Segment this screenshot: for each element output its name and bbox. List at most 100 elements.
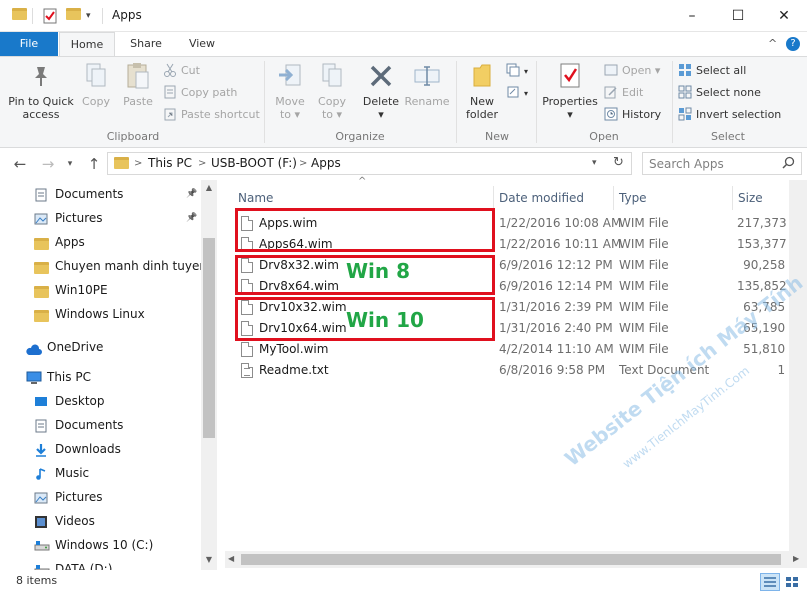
forward-arrow-icon[interactable]: → bbox=[38, 154, 58, 174]
highlight-box-apps bbox=[235, 208, 495, 252]
close-button[interactable]: ✕ bbox=[761, 0, 807, 31]
breadcrumb-separator: > bbox=[198, 158, 207, 169]
scroll-right-icon[interactable]: ▶ bbox=[793, 554, 799, 563]
copy-path-button[interactable]: Copy path bbox=[163, 83, 237, 103]
nav-item-label: Documents bbox=[55, 187, 124, 201]
open-button[interactable]: Open ▾ bbox=[604, 61, 660, 81]
annotation-win10: Win 10 bbox=[346, 308, 424, 332]
file-type: WIM File bbox=[619, 216, 669, 230]
maximize-button[interactable]: ☐ bbox=[715, 0, 761, 31]
paste-shortcut-button[interactable]: Paste shortcut bbox=[163, 105, 260, 125]
new-item-button[interactable]: ▾ bbox=[506, 61, 528, 81]
new-folder-icon[interactable] bbox=[66, 8, 82, 24]
up-arrow-icon[interactable]: ↑ bbox=[84, 154, 104, 174]
move-to-button[interactable]: Move to ▾ bbox=[270, 61, 310, 121]
history-button[interactable]: History bbox=[604, 105, 661, 125]
breadcrumb-apps[interactable]: Apps bbox=[311, 156, 341, 170]
scroll-left-icon[interactable]: ◀ bbox=[228, 554, 234, 563]
horizontal-scrollbar[interactable]: ◀ ▶ bbox=[225, 551, 807, 568]
nav-item-this-pc-child[interactable]: Windows 10 (C:) bbox=[0, 534, 200, 556]
large-icons-view-button[interactable] bbox=[782, 573, 802, 591]
nav-pane-scrollbar[interactable]: ▲ ▼ bbox=[201, 180, 217, 570]
search-input[interactable] bbox=[649, 154, 779, 174]
nav-item-this-pc-child[interactable]: Desktop bbox=[0, 390, 200, 412]
file-type: WIM File bbox=[619, 300, 669, 314]
pin-icon[interactable]: 📌 bbox=[186, 207, 197, 229]
new-folder-label: New folder bbox=[466, 95, 498, 121]
nav-item-label: Pictures bbox=[55, 490, 103, 504]
scrollbar-thumb[interactable] bbox=[241, 554, 781, 565]
tab-home[interactable]: Home bbox=[59, 32, 115, 57]
scroll-up-icon[interactable]: ▲ bbox=[201, 180, 217, 196]
edit-button[interactable]: Edit bbox=[604, 83, 643, 103]
column-header-name[interactable]: Name bbox=[238, 186, 273, 210]
address-dropdown-icon[interactable]: ▾ bbox=[592, 158, 597, 168]
nav-item-quick-access[interactable]: Pictures 📌 bbox=[0, 207, 200, 229]
file-list-scrollbar[interactable] bbox=[789, 180, 807, 551]
pin-to-quick-access-button[interactable]: Pin to Quick access bbox=[6, 61, 76, 121]
column-header-type[interactable]: Type bbox=[619, 186, 647, 210]
drive-icon bbox=[34, 538, 50, 552]
scroll-down-icon[interactable]: ▼ bbox=[201, 552, 217, 568]
recent-locations-chevron-icon[interactable]: ▾ bbox=[60, 154, 80, 174]
tab-view[interactable]: View bbox=[176, 32, 228, 57]
copy-to-button[interactable]: Copy to ▾ bbox=[312, 61, 352, 121]
open-icon bbox=[604, 63, 618, 77]
paste-button[interactable]: Paste bbox=[118, 61, 158, 108]
document-icon bbox=[34, 418, 48, 433]
search-box[interactable] bbox=[642, 152, 802, 175]
copy-button[interactable]: Copy bbox=[78, 61, 114, 108]
nav-item-this-pc-child[interactable]: Downloads bbox=[0, 438, 200, 460]
divider bbox=[493, 186, 494, 210]
delete-button[interactable]: Delete ▾ bbox=[360, 61, 402, 121]
invert-selection-button[interactable]: Invert selection bbox=[678, 105, 781, 125]
nav-item-this-pc-child[interactable]: Music bbox=[0, 462, 200, 484]
nav-item-quick-access[interactable]: Chuyen manh dinh tuyen bbox=[0, 255, 207, 277]
collapse-ribbon-icon[interactable]: ^ bbox=[768, 37, 777, 50]
file-date: 4/2/2014 11:10 AM bbox=[499, 342, 614, 356]
easy-access-icon bbox=[506, 85, 520, 99]
back-arrow-icon[interactable]: ← bbox=[10, 154, 30, 174]
nav-item-quick-access[interactable]: Documents 📌 bbox=[0, 183, 200, 205]
select-none-button[interactable]: Select none bbox=[678, 83, 761, 103]
address-bar[interactable]: > This PC > USB-BOOT (F:) > Apps ▾ ↻ bbox=[107, 152, 632, 175]
new-folder-button[interactable]: New folder bbox=[460, 61, 504, 121]
properties-button[interactable]: Properties ▾ bbox=[540, 61, 600, 121]
breadcrumb-this-pc[interactable]: This PC bbox=[148, 156, 192, 170]
breadcrumb-separator: > bbox=[134, 158, 143, 169]
scrollbar-thumb[interactable] bbox=[203, 238, 215, 438]
cut-button[interactable]: Cut bbox=[163, 61, 200, 81]
music-icon bbox=[34, 466, 48, 480]
nav-item-onedrive[interactable]: OneDrive bbox=[0, 336, 200, 358]
column-header-date[interactable]: Date modified bbox=[499, 186, 584, 210]
help-icon[interactable]: ? bbox=[786, 37, 800, 51]
refresh-icon[interactable]: ↻ bbox=[613, 155, 624, 170]
pin-icon[interactable]: 📌 bbox=[186, 183, 197, 205]
nav-item-quick-access[interactable]: Windows Linux bbox=[0, 303, 200, 325]
tab-share[interactable]: Share bbox=[118, 32, 174, 57]
new-item-icon bbox=[506, 63, 520, 77]
breadcrumb-drive[interactable]: USB-BOOT (F:) bbox=[211, 156, 297, 170]
file-type: WIM File bbox=[619, 342, 669, 356]
minimize-button[interactable]: – bbox=[669, 0, 715, 31]
nav-item-this-pc-child[interactable]: Pictures bbox=[0, 486, 200, 508]
select-all-button[interactable]: Select all bbox=[678, 61, 746, 81]
customize-quick-access-icon[interactable]: ▾ bbox=[86, 11, 102, 27]
file-type: WIM File bbox=[619, 258, 669, 272]
file-date: 6/9/2016 12:12 PM bbox=[499, 258, 613, 272]
nav-item-this-pc-child[interactable]: Documents bbox=[0, 414, 200, 436]
file-date: 6/8/2016 9:58 PM bbox=[499, 363, 606, 377]
annotation-win8: Win 8 bbox=[346, 259, 411, 283]
rename-button[interactable]: Rename bbox=[404, 61, 450, 108]
nav-item-this-pc[interactable]: This PC bbox=[0, 366, 200, 388]
table-row[interactable]: Readme.txt 6/8/2016 9:58 PM Text Document 1… bbox=[225, 360, 807, 381]
properties-check-icon[interactable] bbox=[42, 8, 58, 24]
nav-item-quick-access[interactable]: Win10PE bbox=[0, 279, 200, 301]
nav-item-quick-access[interactable]: Apps bbox=[0, 231, 200, 253]
nav-item-this-pc-child[interactable]: Videos bbox=[0, 510, 200, 532]
search-icon[interactable] bbox=[782, 156, 795, 172]
easy-access-button[interactable]: ▾ bbox=[506, 83, 528, 103]
tab-file[interactable]: File bbox=[0, 32, 58, 57]
details-view-button[interactable] bbox=[760, 573, 780, 591]
column-header-size[interactable]: Size bbox=[738, 186, 763, 210]
